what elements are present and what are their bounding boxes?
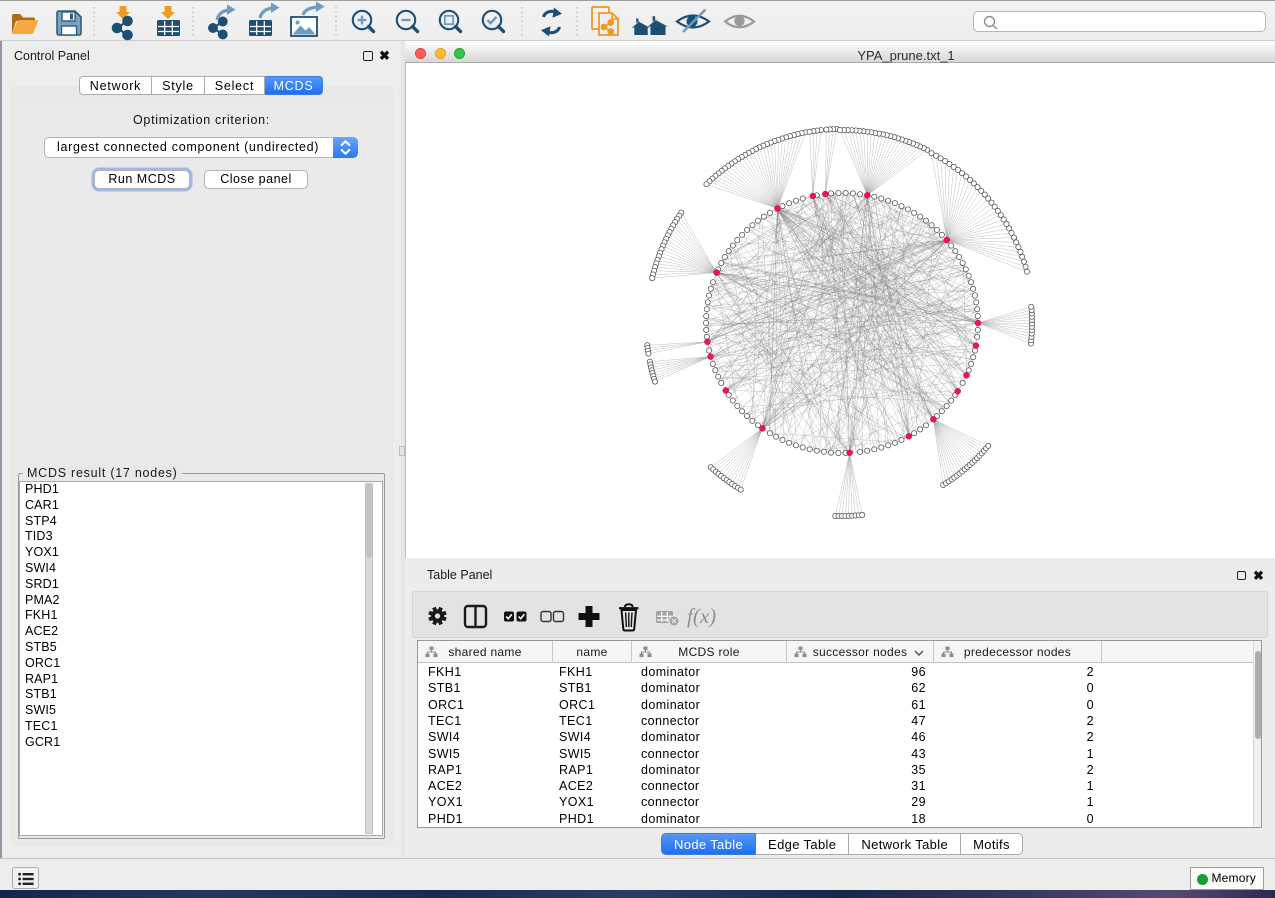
svg-text:f(x): f(x) bbox=[687, 604, 716, 628]
